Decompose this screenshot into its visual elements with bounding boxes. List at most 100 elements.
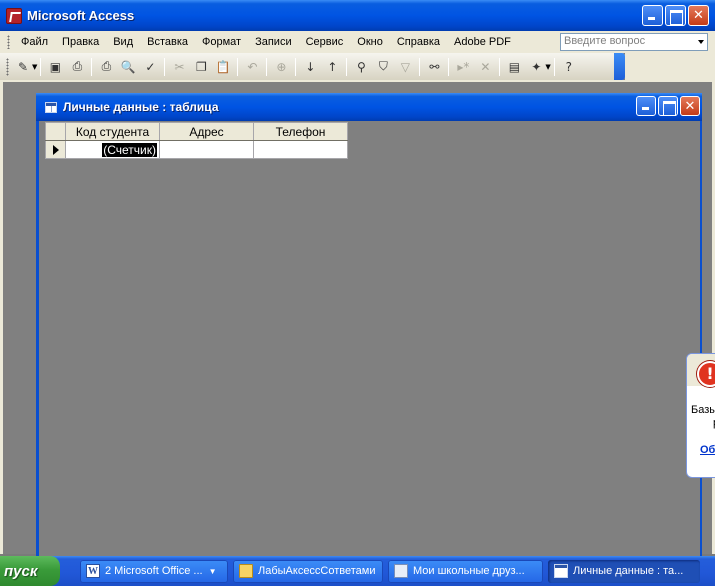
table-window-title: Личные данные : таблица <box>63 100 219 114</box>
menu-tools[interactable]: Сервис <box>299 36 351 48</box>
menu-bar: Файл Правка Вид Вставка Формат Записи Се… <box>0 31 715 53</box>
taskbar-button-label: 2 Microsoft Office ... <box>105 565 203 577</box>
menu-view[interactable]: Вид <box>106 36 140 48</box>
column-header[interactable]: Адрес <box>159 122 254 141</box>
help-question-input[interactable]: Введите вопрос <box>560 33 708 51</box>
database-window-icon[interactable]: ▤ <box>505 58 523 76</box>
toolbar-separator <box>295 57 297 76</box>
table-row: (Счетчик) <box>45 140 348 159</box>
menu-insert[interactable]: Вставка <box>140 36 195 48</box>
toolbar-separator <box>448 57 450 76</box>
taskbar-button-office[interactable]: W 2 Microsoft Office ... ▼ <box>80 559 228 583</box>
popup-message: Базы р <box>687 386 715 430</box>
column-header[interactable]: Код студента <box>65 122 160 141</box>
document-icon <box>394 564 408 578</box>
menu-file[interactable]: Файл <box>14 36 55 48</box>
start-button[interactable]: пуск <box>0 556 60 586</box>
close-button[interactable]: ✕ <box>688 5 709 26</box>
find-icon[interactable]: ⚯ <box>425 58 443 76</box>
table-cell[interactable]: (Счетчик) <box>65 140 160 159</box>
datasheet-grid: Код студента Адрес Телефон (Счетчик) <box>45 122 348 159</box>
column-header[interactable]: Телефон <box>253 122 348 141</box>
record-selector[interactable] <box>45 140 66 159</box>
table-window-titlebar[interactable]: Личные данные : таблица ✕ <box>36 93 702 121</box>
print-preview-icon[interactable]: 🔍 <box>119 58 137 76</box>
taskbar-button-label: ЛабыАксессСответами <box>258 565 376 577</box>
app-title: Microsoft Access <box>27 8 135 23</box>
menu-format[interactable]: Формат <box>195 36 248 48</box>
apply-filter-icon[interactable]: ▽ <box>396 58 414 76</box>
table-minimize-button[interactable] <box>636 96 656 116</box>
taskbar-button-document[interactable]: Мои школьные друз... <box>388 559 543 583</box>
header-row: Код студента Адрес Телефон <box>45 122 348 141</box>
taskbar-button-table[interactable]: Личные данные : та... <box>548 559 700 583</box>
table-close-button[interactable]: ✕ <box>680 96 700 116</box>
table-icon <box>554 564 568 578</box>
taskbar-button-label: Мои школьные друз... <box>413 565 525 577</box>
design-view-icon[interactable]: ✎ <box>14 58 32 76</box>
menu-help[interactable]: Справка <box>390 36 447 48</box>
maximize-button[interactable] <box>665 5 686 26</box>
table-cell[interactable] <box>159 140 254 159</box>
popup-header <box>687 354 715 387</box>
menu-edit[interactable]: Правка <box>55 36 106 48</box>
folder-icon <box>239 564 253 578</box>
copy-icon[interactable]: ❐ <box>192 58 210 76</box>
print-icon[interactable]: ⎙ <box>97 58 115 76</box>
toolbar-separator <box>266 57 268 76</box>
filter-by-selection-icon[interactable]: ⚲ <box>352 58 370 76</box>
help-icon[interactable]: ? <box>560 58 578 76</box>
close-icon: ✕ <box>693 8 704 23</box>
toolbar-separator <box>40 57 42 76</box>
app-window-controls: ✕ <box>642 5 709 26</box>
toolbar-options-button[interactable] <box>614 53 625 80</box>
toolbar-separator <box>419 57 421 76</box>
access-app-icon[interactable] <box>6 7 22 24</box>
taskbar-button-folder[interactable]: ЛабыАксессСответами <box>233 559 383 583</box>
new-object-dropdown-arrow[interactable]: ▼ <box>545 63 550 71</box>
popup-message-line: р <box>691 417 715 430</box>
new-record-icon[interactable]: ▸* <box>454 58 472 76</box>
toolbar-separator <box>553 57 555 76</box>
toolbar-grip[interactable] <box>6 57 9 76</box>
table-maximize-button[interactable] <box>658 96 678 116</box>
toolbar-separator <box>499 57 501 76</box>
view-dropdown-arrow[interactable]: ▼ <box>32 63 37 71</box>
notification-popup[interactable]: Базы р Об <box>686 353 715 478</box>
alert-icon <box>697 361 715 387</box>
sort-ascending-icon[interactable]: ↓ <box>301 58 319 76</box>
menu-window[interactable]: Окно <box>350 36 390 48</box>
table-cell[interactable] <box>253 140 348 159</box>
sort-descending-icon[interactable]: ↑ <box>323 58 341 76</box>
toolbar-separator <box>91 57 93 76</box>
filter-by-form-icon[interactable]: ⛉ <box>374 58 392 76</box>
delete-record-icon[interactable]: ✕ <box>476 58 494 76</box>
spelling-icon[interactable]: ✓ <box>141 58 159 76</box>
table-window-controls: ✕ <box>636 96 700 116</box>
current-record-arrow-icon <box>53 145 59 155</box>
maximize-icon <box>659 97 677 116</box>
paste-icon[interactable]: 📋 <box>214 58 232 76</box>
cut-icon[interactable]: ✂ <box>170 58 188 76</box>
menu-adobe-pdf[interactable]: Adobe PDF <box>447 36 518 48</box>
minimize-button[interactable] <box>642 5 663 26</box>
table-window: Личные данные : таблица ✕ Код студента А… <box>36 93 702 560</box>
popup-link[interactable]: Об <box>687 430 715 456</box>
minimize-icon <box>643 6 662 25</box>
toolbar-separator <box>237 57 239 76</box>
menu-records[interactable]: Записи <box>248 36 299 48</box>
menubar-grip[interactable] <box>7 35 10 49</box>
undo-icon[interactable]: ↶ <box>243 58 261 76</box>
print-preview-setup-icon[interactable]: ⎙ <box>68 58 86 76</box>
select-all-corner[interactable] <box>45 122 66 141</box>
toolbar-empty-area <box>625 53 715 80</box>
save-icon[interactable]: ▣ <box>46 58 64 76</box>
insert-hyperlink-icon[interactable]: ⊕ <box>272 58 290 76</box>
taskbar: пуск W 2 Microsoft Office ... ▼ ЛабыАксе… <box>0 556 715 586</box>
minimize-icon <box>637 97 655 115</box>
database-toolbar: ✎ ▼ ▣ ⎙ ⎙ 🔍 ✓ ✂ ❐ 📋 ↶ ⊕ ↓ ↑ ⚲ ⛉ ▽ ⚯ ▸* ✕ … <box>0 53 625 80</box>
maximize-icon <box>666 6 685 25</box>
table-icon[interactable] <box>45 101 57 113</box>
toolbar-separator <box>164 57 166 76</box>
new-object-icon[interactable]: ✦ <box>527 58 545 76</box>
